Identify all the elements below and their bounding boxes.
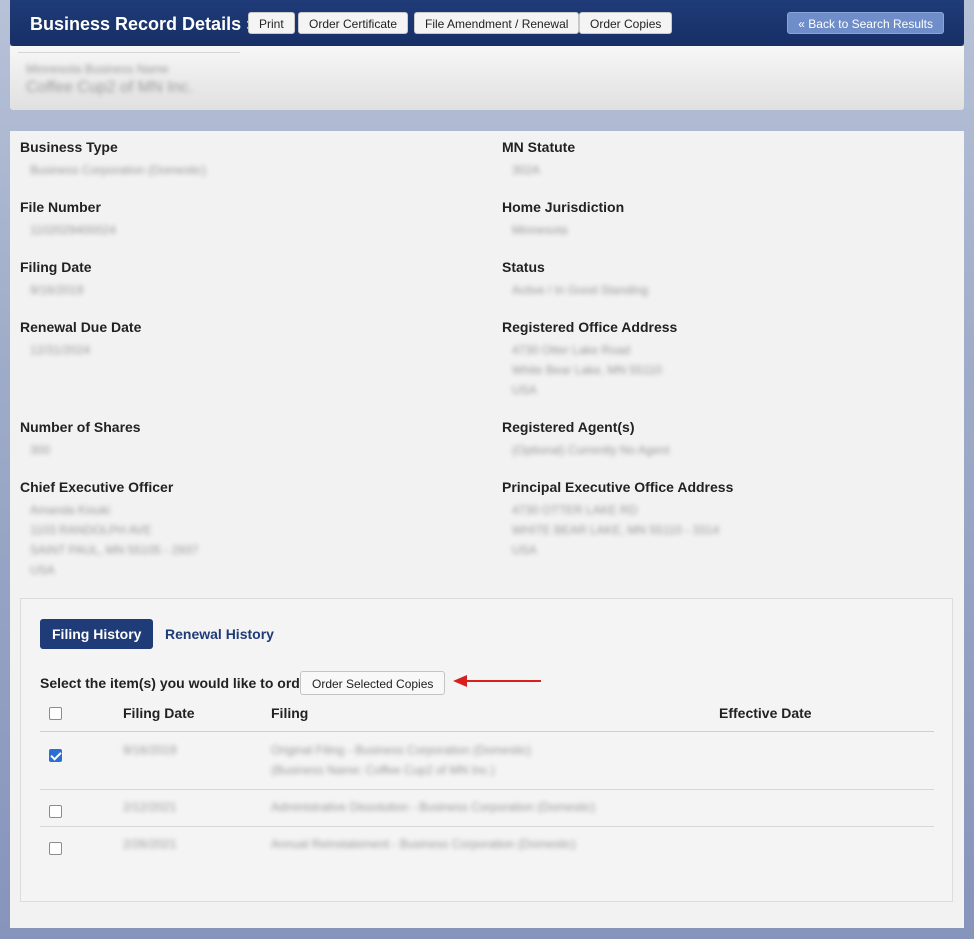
order-selected-copies-button[interactable]: Order Selected Copies bbox=[300, 671, 446, 695]
order-certificate-button[interactable]: Order Certificate bbox=[298, 12, 409, 34]
field-value: Minnesota bbox=[512, 223, 568, 237]
field-filing-date: Filing Date 9/16/2019 bbox=[20, 259, 92, 300]
field-value: 9/16/2019 bbox=[30, 283, 84, 297]
field-business-type: Business Type Business Corporation (Dome… bbox=[20, 139, 206, 180]
table-row[interactable]: 2/12/2021 Administrative Dissolution - B… bbox=[40, 790, 934, 827]
row-filing: Original Filing - Business Corporation (… bbox=[271, 740, 531, 780]
column-effective-date: Effective Date bbox=[719, 705, 812, 721]
field-registered-office: Registered Office Address 4730 Otter Lak… bbox=[502, 319, 677, 400]
address-line: 4730 OTTER LAKE RD bbox=[512, 503, 638, 517]
address-line: Amanda Kisuki bbox=[30, 503, 111, 517]
address-line: WHITE BEAR LAKE, MN 55110 - 3314 bbox=[512, 523, 720, 537]
field-value: 4730 Otter Lake Road White Bear Lake, MN… bbox=[512, 340, 677, 400]
order-copies-button[interactable]: Order Copies bbox=[579, 12, 673, 34]
row-checkbox[interactable] bbox=[49, 805, 62, 818]
page-title: Business Record Details » bbox=[30, 14, 257, 34]
field-value: Business Corporation (Domestic) bbox=[30, 163, 207, 177]
business-name-label: Minnesota Business Name bbox=[26, 62, 169, 76]
field-mn-statute: MN Statute 302A bbox=[502, 139, 575, 180]
header-bar: Business Record Details » Print Order Ce… bbox=[10, 0, 964, 46]
field-file-number: File Number 1102029400024 bbox=[20, 199, 116, 240]
back-to-search-button[interactable]: « Back to Search Results bbox=[787, 12, 944, 34]
row-checkbox[interactable] bbox=[49, 749, 62, 762]
history-panel: Filing History Renewal History Select th… bbox=[20, 598, 953, 902]
field-label: Principal Executive Office Address bbox=[502, 479, 734, 495]
field-value: Active / In Good Standing bbox=[512, 283, 649, 297]
address-line: 1103 RANDOLPH AVE bbox=[30, 523, 152, 537]
field-status: Status Active / In Good Standing bbox=[502, 259, 648, 300]
field-label: MN Statute bbox=[502, 139, 576, 155]
field-value: 1102029400024 bbox=[30, 223, 116, 237]
field-label: Number of Shares bbox=[20, 419, 141, 435]
row-filing: Administrative Dissolution - Business Co… bbox=[271, 800, 596, 814]
divider bbox=[18, 52, 240, 53]
field-label: Renewal Due Date bbox=[20, 319, 142, 335]
field-value: Amanda Kisuki 1103 RANDOLPH AVE SAINT PA… bbox=[30, 500, 198, 580]
field-value: 302A bbox=[512, 163, 541, 177]
table-row[interactable]: 2/26/2021 Annual Reinstatement - Busines… bbox=[40, 827, 934, 863]
field-label: Status bbox=[502, 259, 545, 275]
address-line: USA bbox=[512, 383, 537, 397]
row-filing-date: 2/12/2021 bbox=[123, 800, 177, 814]
tab-renewal-history[interactable]: Renewal History bbox=[165, 619, 274, 649]
row-filing-date: 9/16/2019 bbox=[123, 743, 177, 757]
field-label: Registered Office Address bbox=[502, 319, 678, 335]
field-label: Registered Agent(s) bbox=[502, 419, 635, 435]
field-value: 12/31/2024 bbox=[30, 343, 91, 357]
select-all-checkbox[interactable] bbox=[49, 707, 62, 720]
table-row[interactable]: 9/16/2019 Original Filing - Business Cor… bbox=[40, 732, 934, 790]
address-line: White Bear Lake, MN 55110 bbox=[512, 363, 662, 377]
select-prompt: Select the item(s) you would like to ord… bbox=[40, 675, 318, 691]
field-renewal-due-date: Renewal Due Date 12/31/2024 bbox=[20, 319, 141, 360]
business-name-box: Minnesota Business Name Coffee Cup2 of M… bbox=[10, 46, 964, 110]
row-filing-subtitle: (Business Name: Coffee Cup2 of MN Inc.) bbox=[271, 763, 495, 777]
print-button[interactable]: Print bbox=[248, 12, 295, 34]
row-filing-title: Original Filing - Business Corporation (… bbox=[271, 743, 532, 757]
address-line: USA bbox=[30, 563, 55, 577]
field-value: (Optional) Currently No Agent bbox=[512, 443, 670, 457]
file-amendment-button[interactable]: File Amendment / Renewal bbox=[414, 12, 580, 34]
field-label: Filing Date bbox=[20, 259, 92, 275]
column-filing: Filing bbox=[271, 705, 309, 721]
field-value: 4730 OTTER LAKE RD WHITE BEAR LAKE, MN 5… bbox=[512, 500, 733, 560]
field-principal-office: Principal Executive Office Address 4730 … bbox=[502, 479, 733, 560]
field-label: Chief Executive Officer bbox=[20, 479, 174, 495]
field-number-of-shares: Number of Shares 300 bbox=[20, 419, 141, 460]
record-details: Business Type Business Corporation (Dome… bbox=[10, 131, 964, 928]
row-filing: Annual Reinstatement - Business Corporat… bbox=[271, 837, 576, 851]
row-checkbox[interactable] bbox=[49, 842, 62, 855]
address-line: SAINT PAUL, MN 55105 - 2937 bbox=[30, 543, 199, 557]
field-label: File Number bbox=[20, 199, 101, 215]
field-value: 300 bbox=[30, 443, 51, 457]
field-registered-agents: Registered Agent(s) (Optional) Currently… bbox=[502, 419, 669, 460]
field-label: Home Jurisdiction bbox=[502, 199, 625, 215]
address-line: USA bbox=[512, 543, 537, 557]
field-home-jurisdiction: Home Jurisdiction Minnesota bbox=[502, 199, 624, 240]
row-filing-date: 2/26/2021 bbox=[123, 837, 177, 851]
business-name: Coffee Cup2 of MN Inc. bbox=[26, 79, 193, 96]
field-ceo: Chief Executive Officer Amanda Kisuki 11… bbox=[20, 479, 198, 580]
address-line: 4730 Otter Lake Road bbox=[512, 343, 631, 357]
column-filing-date: Filing Date bbox=[123, 705, 195, 721]
arrow-annotation-icon bbox=[453, 675, 541, 687]
tab-filing-history[interactable]: Filing History bbox=[40, 619, 154, 649]
field-label: Business Type bbox=[20, 139, 118, 155]
table-header: Filing Date Filing Effective Date bbox=[40, 695, 934, 732]
